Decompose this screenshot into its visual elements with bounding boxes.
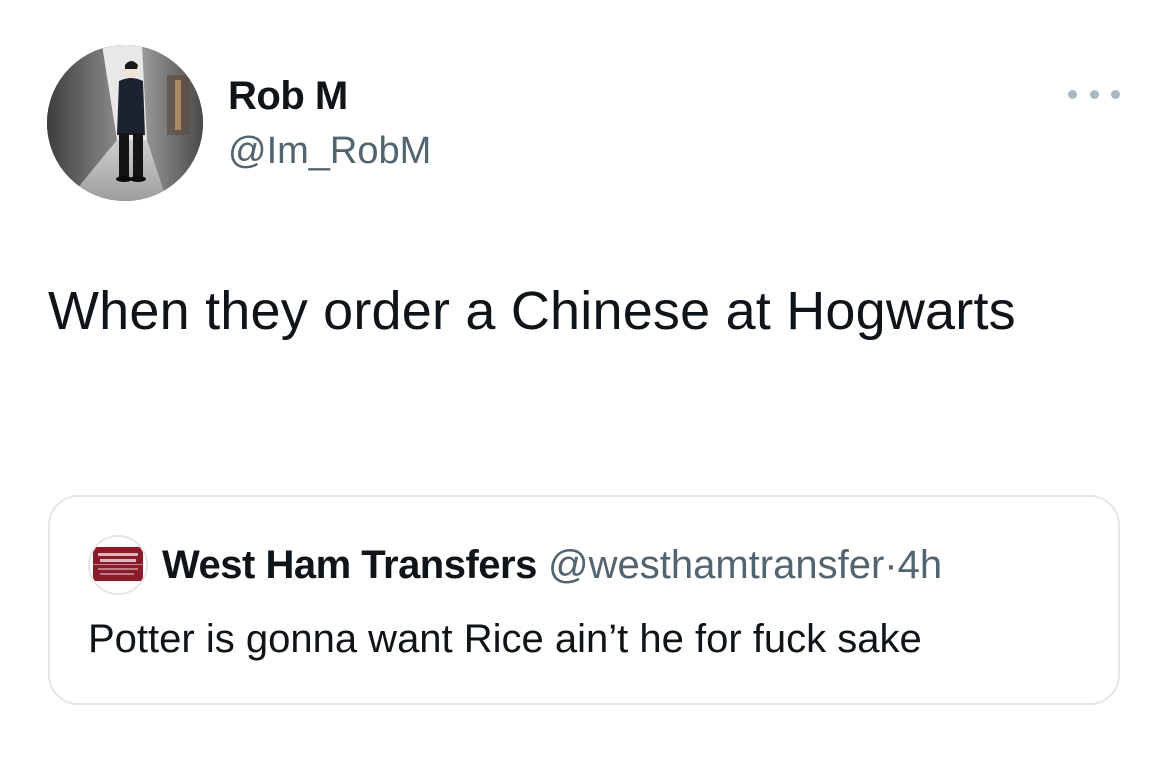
- more-horizontal-icon: [1068, 89, 1077, 99]
- quote-text: Potter is gonna want Rice ain’t he for f…: [88, 617, 922, 661]
- quote-header: West Ham Transfers @westhamtransfer·4h: [162, 541, 942, 589]
- west-ham-transfers-logo: [90, 537, 146, 593]
- author-handle[interactable]: @Im_RobM: [228, 128, 431, 174]
- more-horizontal-icon-dot: [1111, 89, 1120, 99]
- quote-author-handle[interactable]: @westhamtransfer: [548, 543, 884, 587]
- quote-author-name[interactable]: West Ham Transfers: [162, 543, 537, 587]
- quote-tweet-card[interactable]: West Ham Transfers @westhamtransfer·4h P…: [48, 495, 1120, 705]
- author-avatar-image: [47, 45, 203, 201]
- quote-timestamp[interactable]: 4h: [898, 543, 943, 587]
- tweet-text: When they order a Chinese at Hogwarts: [48, 281, 1016, 341]
- author-name[interactable]: Rob M: [228, 72, 348, 120]
- quote-author-avatar[interactable]: [88, 535, 148, 595]
- author-avatar[interactable]: [47, 45, 203, 201]
- more-options-button[interactable]: [1068, 82, 1120, 106]
- quote-separator: ·: [884, 543, 898, 587]
- tweet: Rob M @Im_RobM When they order a Chinese…: [0, 0, 1170, 766]
- more-horizontal-icon-dot: [1089, 89, 1099, 99]
